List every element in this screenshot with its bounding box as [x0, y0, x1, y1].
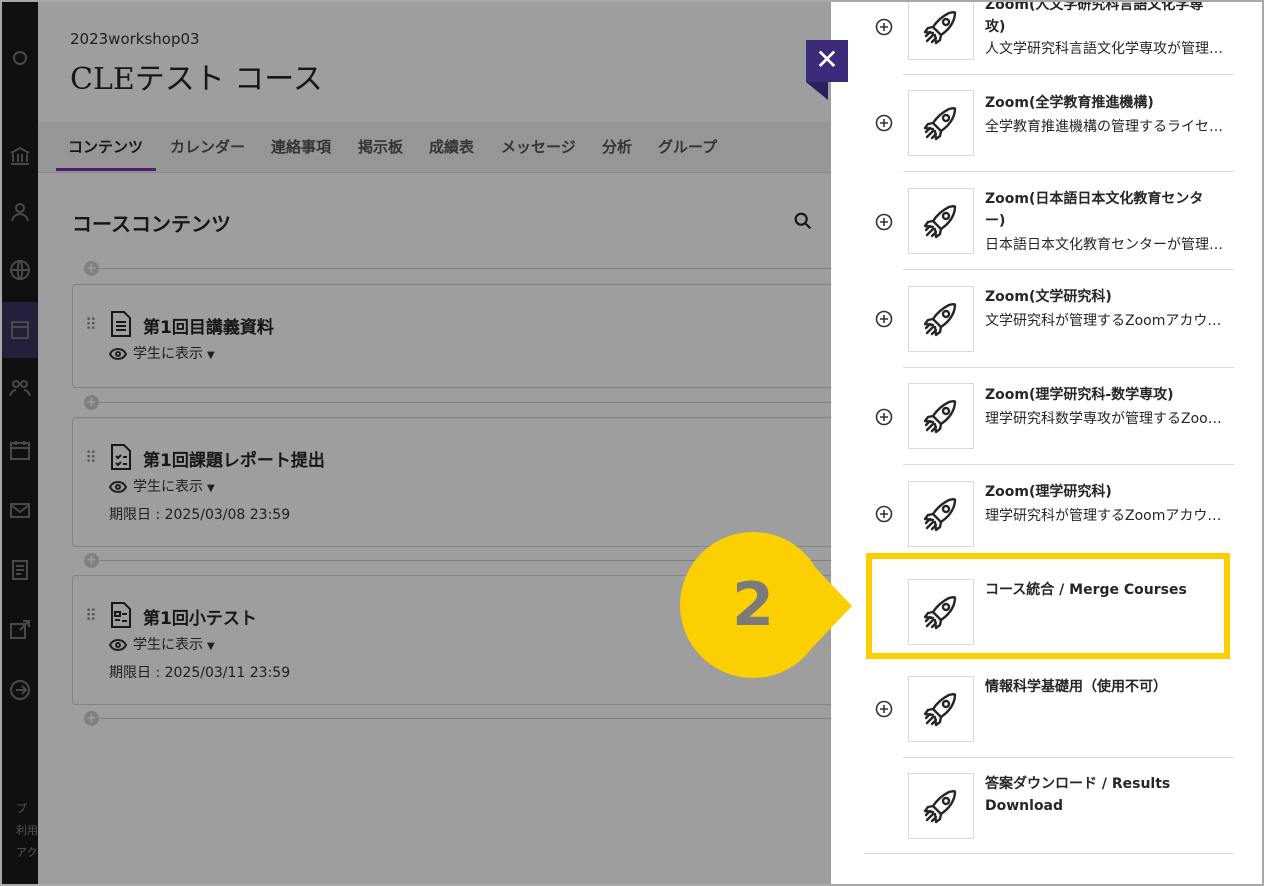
- tool-name: 情報科学基礎用（使用不可）: [985, 679, 1167, 695]
- tool-name: Zoom(理学研究科-数学専攻): [985, 387, 1174, 403]
- tool-panel: Zoom(人文学研究科言語文化学専攻) 人文学研究科言語文化学専攻が管理するZo…: [831, 2, 1262, 884]
- tool-item[interactable]: 答案ダウンロード / Results Download: [831, 757, 1262, 854]
- tool-name: Zoom(理学研究科): [985, 484, 1112, 500]
- add-circle-icon[interactable]: [875, 505, 893, 523]
- add-circle-icon[interactable]: [875, 408, 893, 426]
- rocket-icon: [908, 2, 974, 60]
- add-circle-icon[interactable]: [875, 114, 893, 132]
- modal-overlay[interactable]: [2, 2, 831, 884]
- add-circle-icon[interactable]: [875, 18, 893, 36]
- rocket-icon: [908, 383, 974, 449]
- tool-description: 全学教育推進機構の管理するライセンス: [985, 119, 1230, 135]
- tool-description: 理学研究科数学専攻が管理するZoomアカウント: [985, 411, 1230, 427]
- tool-description: 理学研究科が管理するZoomアカウント: [985, 508, 1230, 524]
- highlight-merge-courses: [866, 553, 1230, 659]
- tool-description: 人文学研究科言語文化学専攻が管理するZoomアカウント: [985, 41, 1230, 57]
- callout-step-number: 2: [732, 570, 774, 640]
- rocket-icon: [908, 773, 974, 839]
- tool-item[interactable]: Zoom(理学研究科-数学専攻) 理学研究科数学専攻が管理するZoomアカウント: [831, 367, 1262, 465]
- rocket-icon: [908, 676, 974, 742]
- screenshot-frame: プ 利用 アク 2023workshop03 CLEテスト コース コンテンツ …: [0, 0, 1264, 886]
- close-button-tail: [806, 82, 828, 100]
- tool-item[interactable]: Zoom(理学研究科) 理学研究科が管理するZoomアカウント: [831, 465, 1262, 562]
- tool-description: 日本語日本文化教育センターが管理するZoom: [985, 237, 1230, 253]
- tool-item[interactable]: Zoom(全学教育推進機構) 全学教育推進機構の管理するライセンス: [831, 74, 1262, 172]
- add-circle-icon[interactable]: [875, 213, 893, 231]
- tool-item[interactable]: Zoom(日本語日本文化教育センター) 日本語日本文化教育センターが管理するZo…: [831, 172, 1262, 270]
- rocket-icon: [908, 90, 974, 156]
- add-circle-icon[interactable]: [875, 700, 893, 718]
- tool-name: Zoom(人文学研究科言語文化学専攻): [985, 0, 1204, 35]
- tool-separator: [864, 853, 1234, 854]
- tool-name: Zoom(文学研究科): [985, 289, 1112, 305]
- tool-item[interactable]: Zoom(文学研究科) 文学研究科が管理するZoomアカウント: [831, 270, 1262, 368]
- tool-name: 答案ダウンロード / Results Download: [985, 776, 1171, 814]
- tool-name: Zoom(全学教育推進機構): [985, 95, 1154, 111]
- add-circle-icon[interactable]: [875, 310, 893, 328]
- rocket-icon: [908, 481, 974, 547]
- close-panel-button[interactable]: ✕: [806, 40, 848, 82]
- tool-item[interactable]: 情報科学基礎用（使用不可）: [831, 660, 1262, 758]
- tool-name: Zoom(日本語日本文化教育センター): [985, 191, 1204, 229]
- rocket-icon: [908, 286, 974, 352]
- tool-item[interactable]: Zoom(人文学研究科言語文化学専攻) 人文学研究科言語文化学専攻が管理するZo…: [831, 0, 1262, 75]
- rocket-icon: [908, 188, 974, 254]
- tool-description: 文学研究科が管理するZoomアカウント: [985, 313, 1230, 329]
